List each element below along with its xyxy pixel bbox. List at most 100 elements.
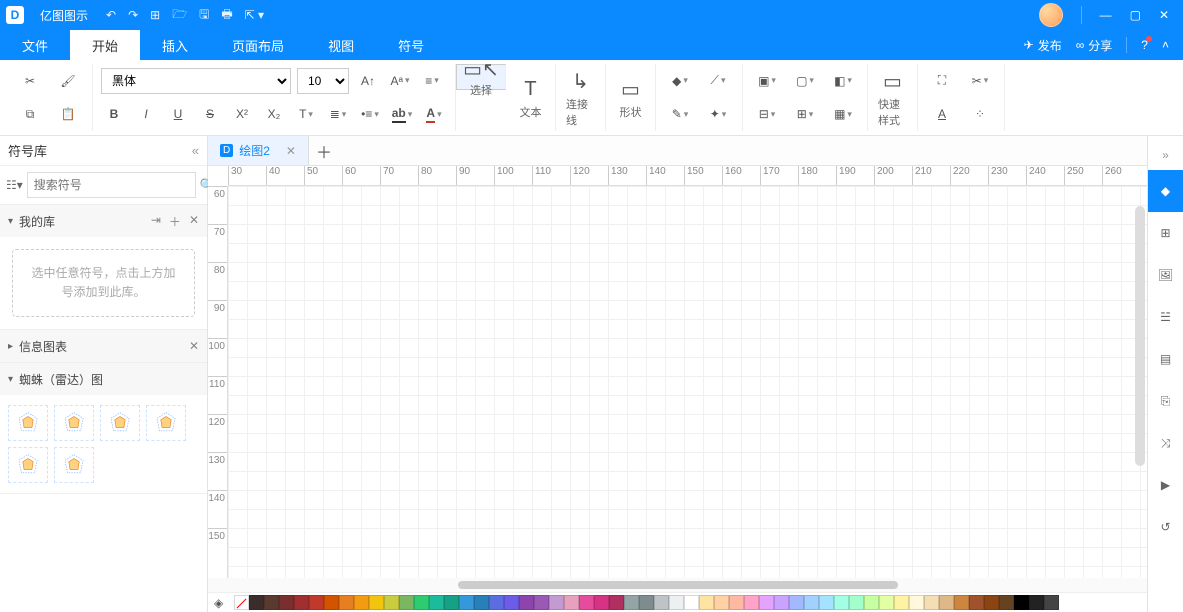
color-swatch[interactable]	[654, 595, 669, 610]
color-swatch[interactable]	[714, 595, 729, 610]
color-swatch[interactable]	[459, 595, 474, 610]
color-swatch[interactable]	[819, 595, 834, 610]
color-swatch[interactable]	[309, 595, 324, 610]
close-section-icon[interactable]: ✕	[189, 339, 199, 353]
fill-button[interactable]: ◆	[664, 66, 696, 96]
color-swatch[interactable]	[969, 595, 984, 610]
color-swatch[interactable]	[684, 595, 699, 610]
flip-button[interactable]: ◧	[827, 66, 859, 96]
style-panel-button[interactable]: ◆	[1148, 170, 1183, 212]
color-swatch[interactable]	[594, 595, 609, 610]
format-painter-button[interactable]: 🖌	[52, 66, 84, 96]
close-button[interactable]: ✕	[1159, 8, 1169, 22]
strike-button[interactable]: S	[197, 101, 223, 127]
pen-button[interactable]: ✎	[664, 99, 696, 129]
layers-panel-button[interactable]: ☱	[1148, 296, 1183, 338]
share-button[interactable]: ∞ 分享	[1076, 37, 1113, 54]
color-swatch[interactable]	[339, 595, 354, 610]
print-icon[interactable]: 🖶	[221, 5, 232, 26]
close-lib-icon[interactable]: ✕	[189, 213, 199, 230]
color-swatch[interactable]	[354, 595, 369, 610]
user-avatar[interactable]	[1039, 3, 1063, 27]
page-panel-button[interactable]: ▤	[1148, 338, 1183, 380]
help-button[interactable]: ?	[1141, 38, 1148, 52]
close-tab-icon[interactable]: ✕	[286, 144, 296, 158]
group-button[interactable]: ▦	[827, 99, 859, 129]
font-family-select[interactable]: 黑体	[101, 68, 291, 94]
radar-shape[interactable]	[54, 405, 94, 441]
color-swatch[interactable]	[444, 595, 459, 610]
new-icon[interactable]: ⊞	[150, 5, 160, 26]
radar-shape[interactable]	[8, 447, 48, 483]
color-swatch[interactable]	[264, 595, 279, 610]
superscript-button[interactable]: X²	[229, 101, 255, 127]
text-tool[interactable]: T文本	[506, 64, 556, 131]
color-swatch[interactable]	[1044, 595, 1059, 610]
menu-file[interactable]: 文件	[0, 30, 70, 60]
font-size-select[interactable]: 10	[297, 68, 349, 94]
color-swatch[interactable]	[954, 595, 969, 610]
color-swatch[interactable]	[429, 595, 444, 610]
color-swatch[interactable]	[849, 595, 864, 610]
color-swatch[interactable]	[384, 595, 399, 610]
font-color-button[interactable]: A	[421, 101, 447, 127]
color-swatch[interactable]	[414, 595, 429, 610]
color-swatch[interactable]	[669, 595, 684, 610]
color-swatch[interactable]	[894, 595, 909, 610]
present-panel-button[interactable]: ▶	[1148, 464, 1183, 506]
add-lib-icon[interactable]: ＋	[169, 213, 181, 230]
color-swatch[interactable]	[294, 595, 309, 610]
minimize-button[interactable]: —	[1100, 8, 1112, 22]
color-swatch[interactable]	[1029, 595, 1044, 610]
open-icon[interactable]: 🗁	[172, 5, 187, 26]
shuffle-panel-button[interactable]: ⤨	[1148, 422, 1183, 464]
cut-button[interactable]: ✂	[14, 66, 46, 96]
export-icon[interactable]: ⇱ ▾	[245, 5, 264, 26]
copy-button[interactable]: ⧉	[14, 99, 46, 129]
menu-insert[interactable]: 插入	[140, 30, 210, 60]
color-swatch[interactable]	[249, 595, 264, 610]
shape-tool[interactable]: ▭形状	[606, 64, 656, 131]
drawing-canvas[interactable]	[228, 186, 1147, 578]
vertical-scrollbar[interactable]	[1135, 206, 1145, 466]
case-button[interactable]: Aᵃ	[387, 68, 413, 94]
color-swatch[interactable]	[639, 595, 654, 610]
zoom-fit-button[interactable]: ⛶	[926, 66, 958, 96]
radar-shape[interactable]	[100, 405, 140, 441]
sidebar-collapse-button[interactable]: «	[192, 143, 199, 158]
color-swatch[interactable]	[519, 595, 534, 610]
line-spacing-button[interactable]: ≣	[325, 101, 351, 127]
radar-shape[interactable]	[146, 405, 186, 441]
color-swatch[interactable]	[489, 595, 504, 610]
color-swatch[interactable]	[579, 595, 594, 610]
rightbar-collapse-button[interactable]: »	[1148, 140, 1183, 170]
redo-icon[interactable]: ↷	[128, 5, 138, 26]
menu-home[interactable]: 开始	[70, 30, 140, 60]
color-swatch[interactable]	[924, 595, 939, 610]
history-panel-button[interactable]: ↺	[1148, 506, 1183, 548]
search-input[interactable]	[27, 172, 196, 198]
eyedropper-icon[interactable]: ◈	[214, 596, 234, 610]
color-swatch[interactable]	[759, 595, 774, 610]
send-back-button[interactable]: ▢	[789, 66, 821, 96]
grid-panel-button[interactable]: ⊞	[1148, 212, 1183, 254]
highlight-button[interactable]: ab	[389, 101, 415, 127]
no-fill-swatch[interactable]	[234, 595, 249, 610]
section-radar[interactable]: ▾蜘蛛（雷达）图	[0, 363, 207, 395]
crop-button[interactable]: ✂	[964, 66, 996, 96]
color-swatch[interactable]	[909, 595, 924, 610]
add-tab-button[interactable]: ＋	[309, 136, 339, 165]
section-info[interactable]: ▸信息图表 ✕	[0, 330, 207, 362]
color-swatch[interactable]	[729, 595, 744, 610]
color-swatch[interactable]	[534, 595, 549, 610]
collapse-ribbon-button[interactable]: ˄	[1162, 38, 1169, 52]
save-icon[interactable]: 🖫	[199, 5, 209, 26]
italic-button[interactable]: I	[133, 101, 159, 127]
select-tool[interactable]: ▭↖选择	[456, 64, 506, 90]
bullet-button[interactable]: •≡	[357, 101, 383, 127]
color-swatch[interactable]	[804, 595, 819, 610]
color-swatch[interactable]	[324, 595, 339, 610]
maximize-button[interactable]: ▢	[1130, 8, 1141, 22]
import-lib-icon[interactable]: ⇥	[151, 213, 161, 230]
menu-view[interactable]: 视图	[306, 30, 376, 60]
